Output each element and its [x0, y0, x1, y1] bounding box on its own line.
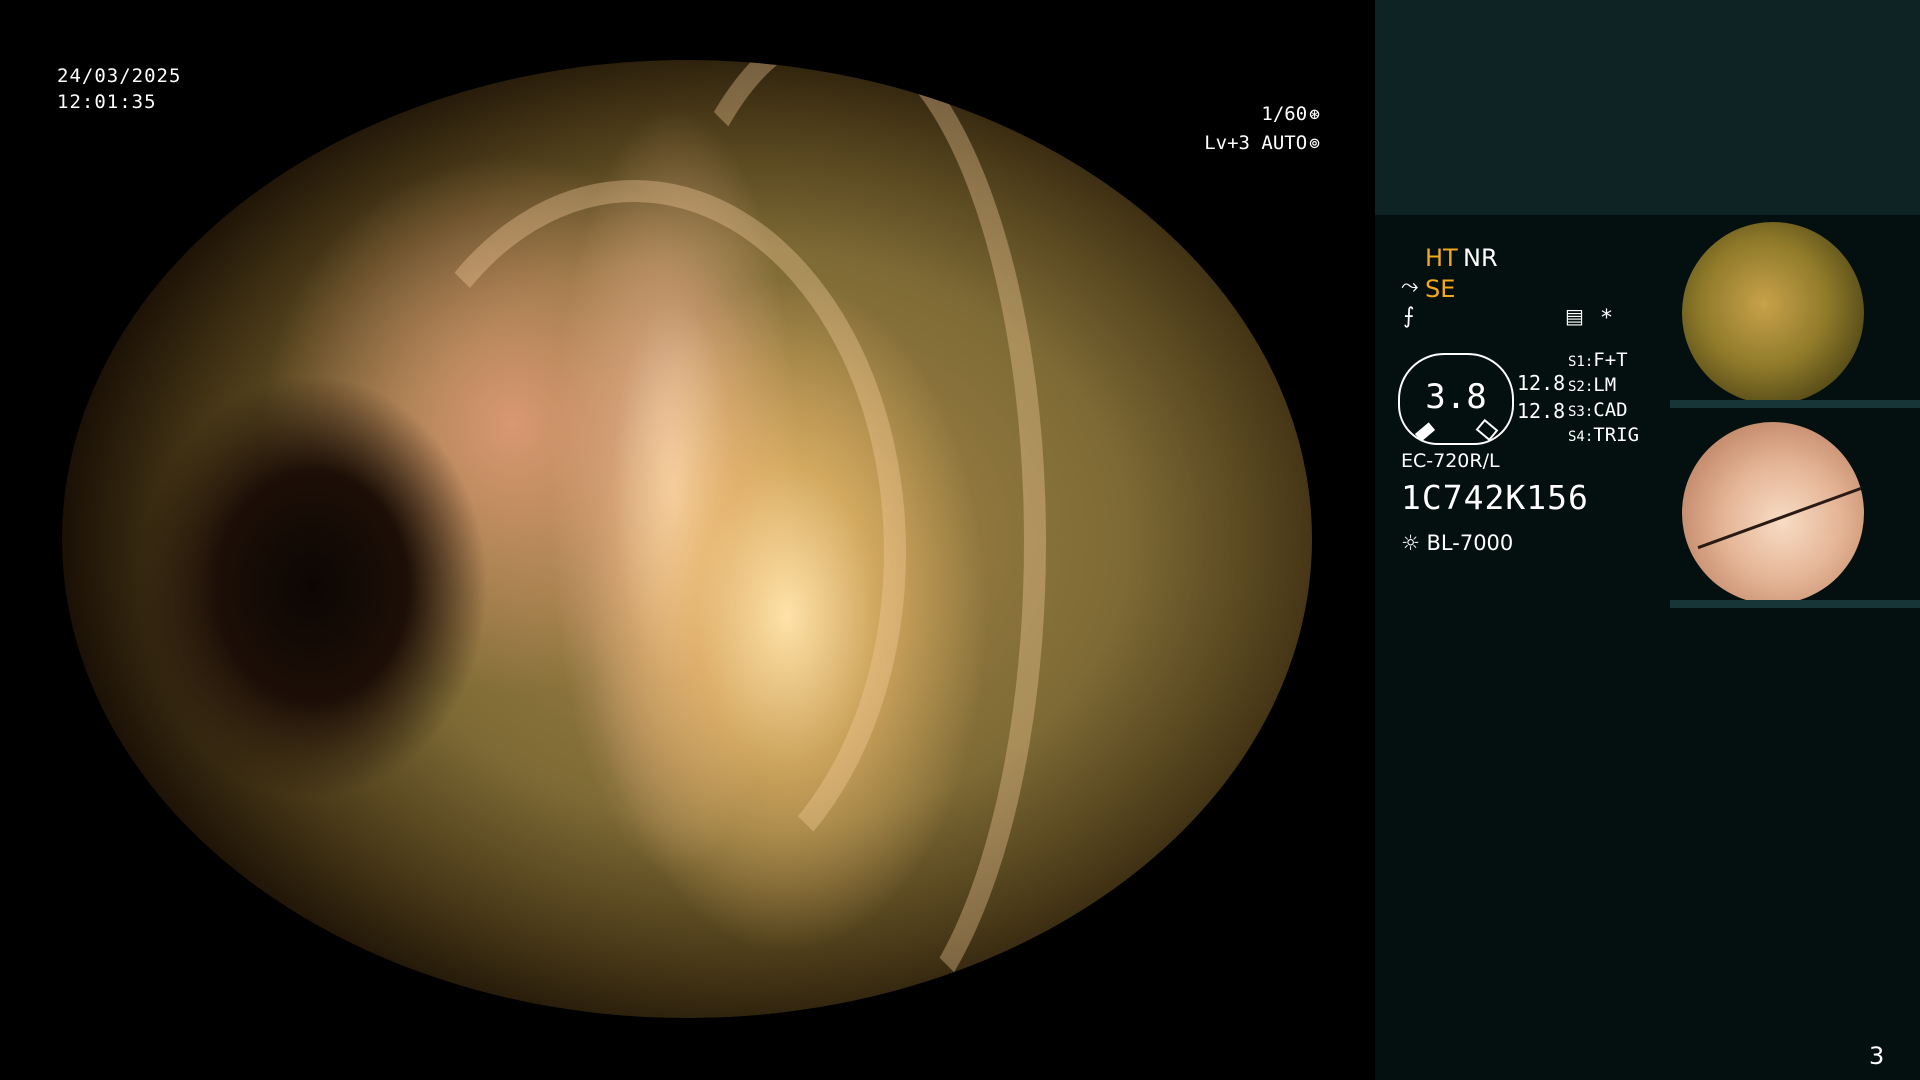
scope-serial: 1C742K156	[1401, 478, 1589, 517]
switch-value: TRIG	[1593, 424, 1640, 446]
scope-switch-3: S3:CAD	[1568, 398, 1628, 425]
se-label: SE	[1425, 275, 1456, 303]
switch-value: F+T	[1593, 349, 1628, 371]
thumbnail-2[interactable]	[1670, 416, 1920, 608]
gauge-value: 3.8	[1425, 377, 1487, 417]
shutter-text: 1/60	[1261, 103, 1308, 125]
switch-key: S2:	[1568, 379, 1594, 395]
zoom-gauge: 3.8	[1398, 353, 1514, 445]
thumbnail-1[interactable]	[1670, 216, 1920, 408]
endoscopy-image	[62, 60, 1312, 1018]
aperture-icon: ⊛	[1309, 104, 1320, 125]
scope-switch-2: S2:LM	[1568, 373, 1616, 400]
lamp-icon: ☼	[1401, 531, 1420, 555]
thumbnail-line	[1697, 477, 1864, 550]
side-panel: HT NR ⤳ SE ⨍ ▤ * 3.8 12.8 12.8 S1:F+T S2…	[1375, 0, 1920, 1080]
switch-value: CAD	[1593, 399, 1628, 421]
scope-model: EC-720R/L	[1401, 450, 1500, 472]
iris-icon: ⊚	[1309, 133, 1320, 154]
time-text: 12:01:35	[57, 91, 157, 113]
switch-key: S4:	[1568, 429, 1594, 445]
scope-switch-1: S1:F+T	[1568, 348, 1628, 375]
date-text: 24/03/2025	[57, 65, 182, 87]
brightness-level: Lv+3 AUTO ⊚	[1150, 129, 1320, 158]
gauge-marker-right	[1475, 418, 1499, 442]
exposure-info: 1/60 ⊛ Lv+3 AUTO ⊚	[1150, 100, 1320, 158]
structure-enhance-icon: ⤳	[1401, 274, 1419, 299]
shutter-speed: 1/60 ⊛	[1150, 100, 1320, 129]
side-panel-header	[1375, 0, 1920, 215]
memory-icon: ▤	[1565, 304, 1584, 328]
switch-key: S1:	[1568, 354, 1594, 370]
ht-label: HT	[1425, 244, 1458, 272]
endoscope-main-view: 24/03/2025 12:01:35 1/60 ⊛ Lv+3 AUTO ⊚	[0, 0, 1375, 1080]
level-text: Lv+3 AUTO	[1204, 132, 1308, 154]
switch-key: S3:	[1568, 404, 1594, 420]
thumbnail-bar	[1670, 600, 1920, 608]
scope-switch-4: S4:TRIG	[1568, 423, 1639, 450]
gauge-side-value-2: 12.8	[1517, 399, 1566, 423]
thumbnail-image	[1682, 422, 1864, 604]
timestamp: 24/03/2025 12:01:35	[57, 63, 181, 115]
color-mode-icon: ⨍	[1403, 304, 1415, 329]
page-number: 3	[1869, 1042, 1885, 1070]
mucosal-fold	[362, 180, 906, 924]
switch-value: LM	[1593, 374, 1617, 396]
gauge-side-value-1: 12.8	[1517, 371, 1566, 395]
gauge-marker-left	[1414, 422, 1436, 442]
thumbnail-image	[1682, 222, 1864, 404]
light-source-label: BL-7000	[1426, 531, 1514, 555]
asterisk-indicator: *	[1601, 306, 1612, 331]
thumbnail-bar	[1670, 400, 1920, 408]
light-source: ☼ BL-7000	[1401, 531, 1513, 555]
nr-label: NR	[1463, 244, 1498, 272]
